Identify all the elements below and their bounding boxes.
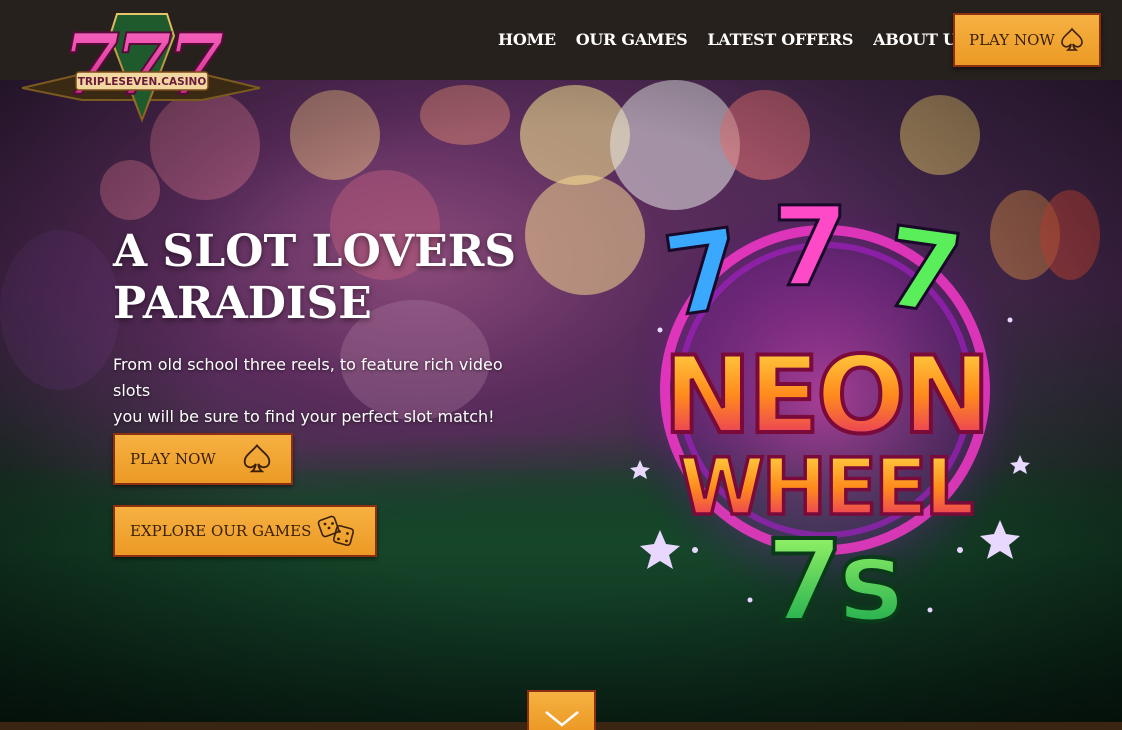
spade-icon: [1061, 27, 1083, 51]
hero-play-now-label: PLAY NOW: [130, 450, 216, 468]
hero-subtitle-line2: you will be sure to find your perfect sl…: [113, 407, 495, 426]
game-logo: 7 7 7 NEON WHEEL 7s: [620, 182, 1030, 649]
svg-text:7: 7: [772, 183, 849, 311]
game-title-neon: NEON: [663, 334, 987, 457]
explore-games-label: EXPLORE OUR GAMES: [130, 522, 312, 540]
nav-home[interactable]: HOME: [498, 30, 556, 49]
chevron-down-icon: [544, 711, 579, 727]
hero-play-now-button[interactable]: PLAY NOW: [113, 433, 293, 485]
hero-subtitle-line1: From old school three reels, to feature …: [113, 355, 503, 400]
hero-subtitle: From old school three reels, to feature …: [113, 352, 543, 430]
neon-wheel-7s-artwork[interactable]: 7 7 7 NEON WHEEL 7s: [600, 170, 1050, 649]
logo-graphic: 777 TRIPLESEVEN.CASINO: [21, 13, 261, 123]
logo-text: TRIPLESEVEN.CASINO: [78, 76, 207, 88]
brand-logo[interactable]: 777 TRIPLESEVEN.CASINO: [21, 8, 262, 124]
nav-our-games[interactable]: OUR GAMES: [576, 30, 688, 49]
hero-title: A SLOT LOVERS PARADISE: [113, 226, 533, 330]
header-play-now-label: PLAY NOW: [969, 31, 1055, 49]
explore-games-button[interactable]: EXPLORE OUR GAMES: [113, 505, 377, 557]
main-nav: HOME OUR GAMES LATEST OFFERS ABOUT US: [498, 30, 968, 49]
nav-latest-offers[interactable]: LATEST OFFERS: [707, 30, 853, 49]
game-title-7s: 7s: [766, 517, 900, 640]
hero-title-line2: PARADISE: [113, 278, 372, 329]
header-play-now-button[interactable]: PLAY NOW: [953, 13, 1101, 67]
logo-digits: 777: [61, 15, 224, 114]
hero-title-line1: A SLOT LOVERS: [113, 226, 517, 277]
scroll-down-button[interactable]: [527, 690, 596, 730]
spade-icon: [243, 443, 271, 473]
dice-icon: [317, 515, 355, 547]
